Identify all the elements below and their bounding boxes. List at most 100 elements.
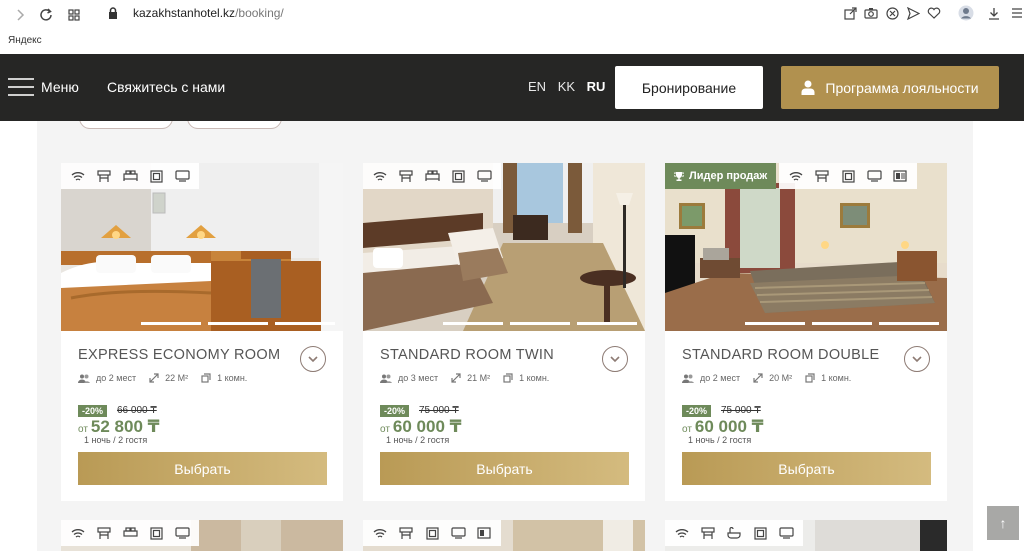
room-card: STANDARD ROOM TWIN до 3 мест 21 М² 1 ком… [363,163,645,501]
desk-icon [91,163,117,189]
guests-icon [380,374,392,383]
expand-details-button[interactable] [904,346,930,372]
room-count-icon [503,373,513,383]
fridge-icon [887,163,913,189]
stay-info: 1 ночь / 2 гостя [84,435,148,445]
guests-value: до 3 мест [398,373,439,383]
share-icon[interactable] [841,4,859,22]
room-count-icon [805,373,815,383]
forward-icon[interactable] [10,5,30,25]
price: от 60 000 ₸ [380,417,461,437]
room-photo[interactable] [363,163,645,331]
wifi-icon [783,163,809,189]
tv-icon [773,520,799,546]
lang-ru[interactable]: RU [587,79,606,94]
gallery-indicators [436,322,637,325]
amenities-bar [61,163,199,189]
camera-icon[interactable] [862,4,880,22]
block-icon[interactable] [883,4,901,22]
guests-icon [682,374,694,383]
safe-icon [445,163,471,189]
lang-en[interactable]: EN [528,79,546,94]
gallery-dot[interactable] [510,322,570,325]
room-card: EXPRESS ECONOMY ROOM до 2 мест 22 М² 1 к… [61,163,343,501]
browser-menu-icon[interactable] [1008,4,1024,22]
price-prefix: от [78,424,88,435]
desk-icon [393,163,419,189]
bestseller-badge: Лидер продаж [665,163,777,189]
bed-icon [419,163,445,189]
guests-spec: до 3 мест [380,373,438,383]
wifi-icon [65,163,91,189]
old-price: 75 000 ₸ [721,405,761,416]
tv-icon [169,163,195,189]
scroll-to-top-button[interactable]: ↑ [987,506,1019,540]
bath-icon [721,520,747,546]
bestseller-label: Лидер продаж [689,170,768,182]
download-icon[interactable] [985,4,1003,22]
select-room-button[interactable]: Выбрать [380,452,629,485]
expand-arrows-icon [753,373,763,383]
lock-icon [108,7,118,25]
gallery-dot[interactable] [141,322,201,325]
discount-badge: -20% [682,405,712,417]
expand-details-button[interactable] [602,346,628,372]
select-room-button[interactable]: Выбрать [682,452,931,485]
hamburger-icon [8,77,34,97]
desk-icon [809,163,835,189]
gallery-dot[interactable] [577,322,637,325]
stay-info: 1 ночь / 2 гостя [386,435,450,445]
gallery-indicators [134,322,335,325]
expand-arrows-icon [149,373,159,383]
contact-link[interactable]: Свяжитесь с нами [107,79,225,95]
rooms-value: 1 комн. [519,373,550,383]
price-value: 52 800 ₸ [90,417,160,436]
tv-icon [169,520,195,546]
chevron-down-icon [912,355,922,362]
select-room-button[interactable]: Выбрать [78,452,327,485]
send-icon[interactable] [904,4,922,22]
tabs-grid-icon[interactable] [64,5,84,25]
wifi-icon [367,520,393,546]
room-specs: до 2 мест 20 М² 1 комн. [682,373,864,383]
gallery-dot[interactable] [443,322,503,325]
safe-icon [835,163,861,189]
price-value: 60 000 ₸ [392,417,462,436]
wifi-icon [669,520,695,546]
gallery-dot[interactable] [208,322,268,325]
wifi-icon [65,520,91,546]
room-photo[interactable] [61,163,343,331]
profile-avatar-icon[interactable] [957,4,975,22]
room-title: STANDARD ROOM DOUBLE [682,347,880,363]
chevron-down-icon [610,355,620,362]
menu-button[interactable]: Меню [8,74,79,100]
safe-icon [747,520,773,546]
filter-pill[interactable] [187,121,282,129]
price: от 52 800 ₸ [78,417,159,437]
browser-toolbar: kazakhstanhotel.kz/booking/ [0,0,1024,30]
area-spec: 21 М² [451,373,490,383]
loyalty-program-button[interactable]: Программа лояльности [781,66,999,109]
amenities-bar [363,163,501,189]
filter-pill[interactable] [79,121,173,129]
room-count-icon [201,373,211,383]
site-header: Меню Свяжитесь с нами EN KK RU Бронирова… [0,54,1024,121]
booking-button[interactable]: Бронирование [615,66,763,109]
gallery-dot[interactable] [745,322,805,325]
bookmarks-bar: Яндекс [0,30,1024,54]
address-bar[interactable]: kazakhstanhotel.kz/booking/ [133,6,284,20]
room-specs: до 3 мест 21 М² 1 комн. [380,373,562,383]
rooms-spec: 1 комн. [503,373,549,383]
gallery-dot[interactable] [275,322,335,325]
lang-kk[interactable]: KK [558,79,575,94]
gallery-dot[interactable] [812,322,872,325]
favorite-heart-icon[interactable] [925,4,943,22]
bookmark-yandex[interactable]: Яндекс [8,35,42,46]
gallery-dot[interactable] [879,322,939,325]
room-card [665,520,947,551]
expand-details-button[interactable] [300,346,326,372]
discount-badge: -20% [78,405,108,417]
reload-icon[interactable] [36,5,56,25]
guests-spec: до 2 мест [78,373,136,383]
room-photo[interactable]: Лидер продаж [665,163,947,331]
